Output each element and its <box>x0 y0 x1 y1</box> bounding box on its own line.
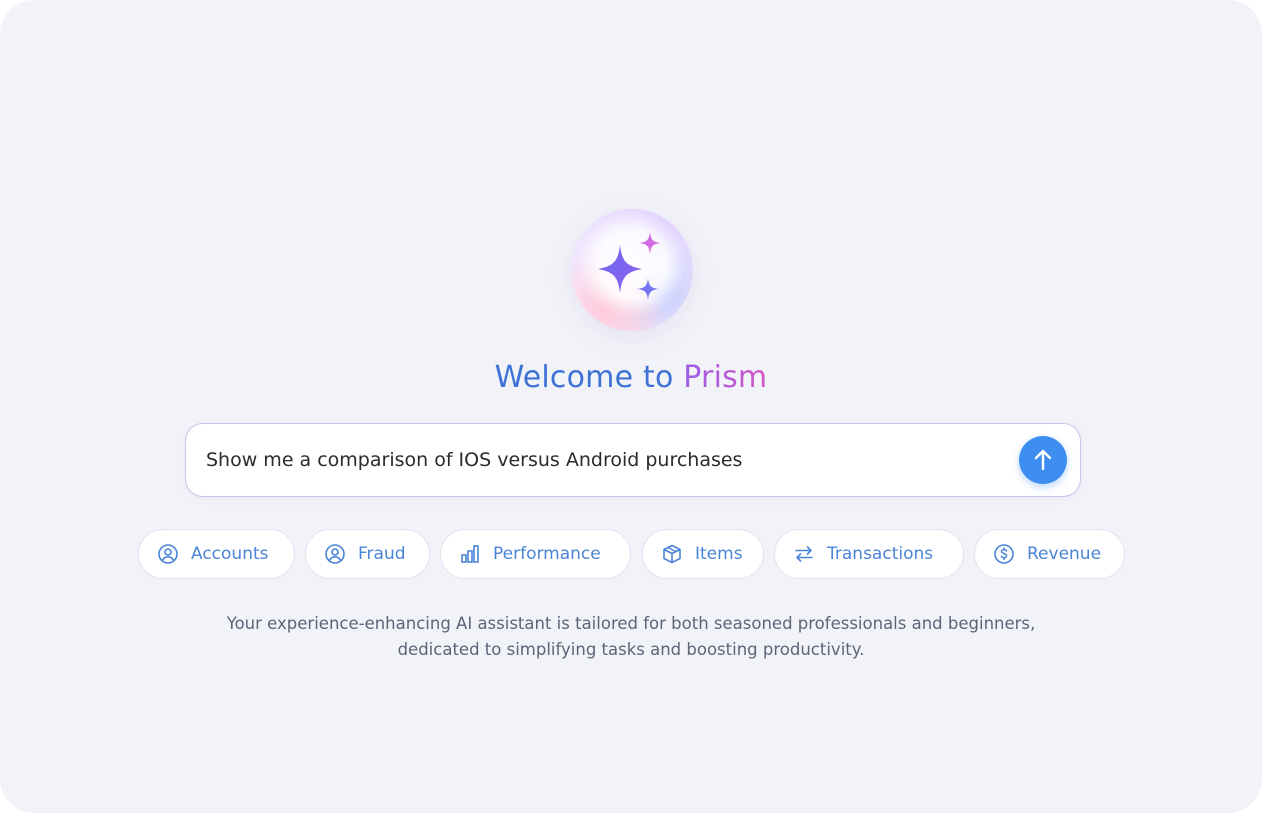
app-window: Welcome to Prism Accounts Fraud <box>0 0 1262 813</box>
box-icon <box>663 544 681 564</box>
page-title: Welcome to Prism <box>0 356 1262 400</box>
title-prefix: Welcome to <box>494 360 674 395</box>
chip-label: Items <box>695 544 743 564</box>
title-brand: Prism <box>683 360 768 395</box>
chip-label: Performance <box>493 544 601 564</box>
tagline-line-1: Your experience-enhancing AI assistant i… <box>226 614 1036 633</box>
sparkles-icon <box>598 232 661 300</box>
chip-items[interactable]: Items <box>642 529 764 579</box>
chip-transactions[interactable]: Transactions <box>774 529 964 579</box>
bar-chart-icon <box>461 545 479 563</box>
chip-label: Accounts <box>191 544 269 564</box>
chip-fraud[interactable]: Fraud <box>305 529 430 579</box>
tagline-line-2: dedicated to simplifying tasks and boost… <box>397 640 865 659</box>
chip-revenue[interactable]: Revenue <box>974 529 1125 579</box>
prompt-input[interactable] <box>206 442 1006 478</box>
prompt-box <box>185 423 1081 497</box>
user-circle-icon <box>325 544 345 564</box>
chip-accounts[interactable]: Accounts <box>138 529 295 579</box>
prism-logo-orb <box>571 209 693 331</box>
chip-label: Fraud <box>358 544 406 564</box>
chip-label: Revenue <box>1027 544 1102 564</box>
send-button[interactable] <box>1019 436 1067 484</box>
user-circle-icon <box>158 544 178 564</box>
swap-arrows-icon <box>795 546 813 562</box>
chip-performance[interactable]: Performance <box>440 529 631 579</box>
chip-label: Transactions <box>827 544 934 564</box>
dollar-circle-icon <box>994 544 1014 564</box>
arrow-up-icon <box>1034 449 1052 471</box>
tagline: Your experience-enhancing AI assistant i… <box>0 611 1262 663</box>
